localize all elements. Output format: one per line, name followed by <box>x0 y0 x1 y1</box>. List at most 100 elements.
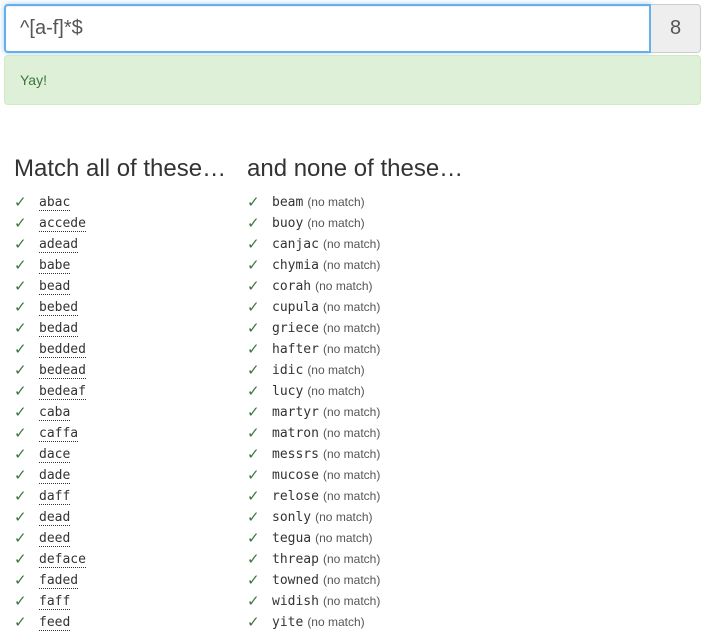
match-word: bedded <box>39 341 86 358</box>
nomatch-list-item: ✓ lucy (no match) <box>247 381 647 402</box>
nomatch-list-item: ✓ canjac (no match) <box>247 234 647 255</box>
no-match-note: (no match) <box>322 426 381 440</box>
check-icon: ✓ <box>14 361 27 379</box>
match-word: adead <box>39 236 79 253</box>
check-icon: ✓ <box>247 424 260 442</box>
check-icon: ✓ <box>14 256 27 274</box>
check-icon: ✓ <box>14 235 27 253</box>
regex-bar: 8 <box>4 4 701 53</box>
check-icon: ✓ <box>14 550 27 568</box>
no-match-note: (no match) <box>307 216 365 230</box>
check-icon: ✓ <box>247 487 260 505</box>
alert-text: Yay! <box>20 72 47 88</box>
check-icon: ✓ <box>247 403 260 421</box>
no-match-note: (no match) <box>322 552 381 566</box>
nomatch-list-item: ✓ threap (no match) <box>247 549 647 570</box>
match-list-item: ✓ bedad <box>14 318 239 339</box>
nomatch-word: sonly <box>272 510 312 525</box>
check-icon: ✓ <box>14 340 27 358</box>
nomatch-list-item: ✓ messrs (no match) <box>247 444 647 465</box>
nomatch-word: yite <box>272 615 304 630</box>
nomatch-list-item: ✓ cupula (no match) <box>247 297 647 318</box>
no-match-note: (no match) <box>307 195 365 209</box>
nomatch-list-item: ✓ relose (no match) <box>247 486 647 507</box>
match-list-item: ✓ bebed <box>14 297 239 318</box>
no-match-note: (no match) <box>322 300 381 314</box>
check-icon: ✓ <box>247 277 260 295</box>
match-list: ✓ abac ✓ accede ✓ adead ✓ babe ✓ bead ✓ bebed ✓ bedad… <box>14 192 239 633</box>
check-icon: ✓ <box>14 508 27 526</box>
regex-input[interactable] <box>4 4 651 53</box>
check-icon: ✓ <box>247 298 260 316</box>
check-icon: ✓ <box>247 445 260 463</box>
no-match-note: (no match) <box>322 594 381 608</box>
check-icon: ✓ <box>14 214 27 232</box>
nomatch-word: canjac <box>272 237 319 252</box>
nomatch-word: messrs <box>272 447 319 462</box>
match-word: abac <box>39 194 71 211</box>
nomatch-word: lucy <box>272 384 304 399</box>
match-list-item: ✓ bedead <box>14 360 239 381</box>
match-word: dace <box>39 446 71 463</box>
match-word: faff <box>39 593 71 610</box>
check-icon: ✓ <box>247 529 260 547</box>
match-word: accede <box>39 215 86 232</box>
check-icon: ✓ <box>14 613 27 631</box>
nomatch-list-item: ✓ hafter (no match) <box>247 339 647 360</box>
check-icon: ✓ <box>247 466 260 484</box>
match-word: faded <box>39 572 79 589</box>
no-match-note: (no match) <box>307 384 365 398</box>
check-icon: ✓ <box>247 340 260 358</box>
no-match-note: (no match) <box>322 405 381 419</box>
check-icon: ✓ <box>14 487 27 505</box>
check-icon: ✓ <box>14 445 27 463</box>
check-icon: ✓ <box>14 298 27 316</box>
nomatch-word: beam <box>272 195 304 210</box>
check-icon: ✓ <box>247 571 260 589</box>
nomatch-list-item: ✓ tegua (no match) <box>247 528 647 549</box>
nomatch-word: towned <box>272 573 319 588</box>
check-icon: ✓ <box>247 550 260 568</box>
nomatch-heading: and none of these… <box>247 155 464 182</box>
nomatch-list-item: ✓ mucose (no match) <box>247 465 647 486</box>
check-icon: ✓ <box>247 235 260 253</box>
match-list-item: ✓ feed <box>14 612 239 633</box>
check-icon: ✓ <box>247 361 260 379</box>
match-word: babe <box>39 257 71 274</box>
no-match-note: (no match) <box>315 279 373 293</box>
no-match-note: (no match) <box>322 573 381 587</box>
match-list-item: ✓ adead <box>14 234 239 255</box>
match-word: bead <box>39 278 71 295</box>
match-word: dead <box>39 509 71 526</box>
match-column: Match all of these… ✓ abac ✓ accede ✓ adead ✓ b… <box>14 152 239 633</box>
no-match-note: (no match) <box>322 237 381 251</box>
no-match-note: (no match) <box>322 258 381 272</box>
match-word: bebed <box>39 299 79 316</box>
check-icon: ✓ <box>14 529 27 547</box>
nomatch-list-item: ✓ beam (no match) <box>247 192 647 213</box>
nomatch-list-item: ✓ widish (no match) <box>247 591 647 612</box>
no-match-note: (no match) <box>322 342 381 356</box>
nomatch-list-item: ✓ matron (no match) <box>247 423 647 444</box>
match-list-item: ✓ bead <box>14 276 239 297</box>
nomatch-list: ✓ beam (no match) ✓ buoy (no match) ✓ canjac (no… <box>247 192 647 633</box>
match-list-item: ✓ caba <box>14 402 239 423</box>
check-icon: ✓ <box>247 319 260 337</box>
check-icon: ✓ <box>247 193 260 211</box>
match-word: daff <box>39 488 71 505</box>
match-word: bedad <box>39 320 79 337</box>
nomatch-word: griece <box>272 321 319 336</box>
success-alert: Yay! <box>4 55 701 105</box>
match-word: dade <box>39 467 71 484</box>
no-match-note: (no match) <box>315 531 373 545</box>
match-list-item: ✓ abac <box>14 192 239 213</box>
match-list-item: ✓ deed <box>14 528 239 549</box>
no-match-note: (no match) <box>307 363 365 377</box>
match-list-item: ✓ accede <box>14 213 239 234</box>
match-list-item: ✓ bedded <box>14 339 239 360</box>
match-word: feed <box>39 614 71 631</box>
nomatch-word: widish <box>272 594 319 609</box>
match-word: caffa <box>39 425 79 442</box>
match-list-item: ✓ faded <box>14 570 239 591</box>
nomatch-word: idic <box>272 363 304 378</box>
